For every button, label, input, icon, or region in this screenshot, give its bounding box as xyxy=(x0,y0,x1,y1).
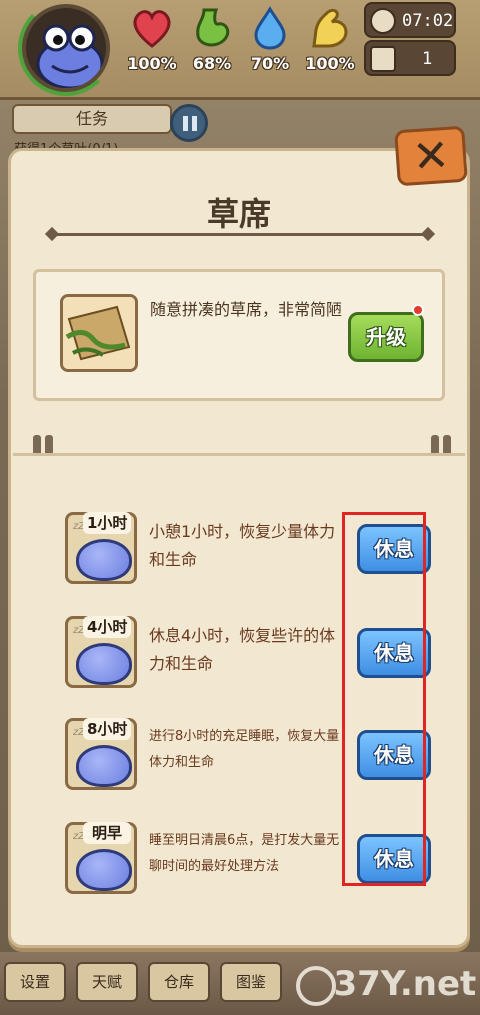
day-display: 1 xyxy=(364,40,456,76)
clock-display: 07:02 xyxy=(364,2,456,38)
clock-time: 07:02 xyxy=(402,11,454,31)
rest-description: 小憩1小时，恢复少量体力和生命 xyxy=(149,522,336,569)
tab-encyclopedia[interactable]: 图鉴 xyxy=(220,962,282,1002)
rest-description: 睡至明日清晨6点，是打发大量无聊时间的最好处理方法 xyxy=(149,833,340,874)
stomach-icon xyxy=(190,6,234,50)
task-tab[interactable]: 任务 xyxy=(12,104,172,134)
rest-description: 进行8小时的充足睡眠，恢复大量体力和生命 xyxy=(149,729,340,770)
clock-icon xyxy=(370,8,396,34)
close-icon: ✕ xyxy=(410,129,452,184)
health-stat: 100% xyxy=(122,6,182,96)
calendar-icon xyxy=(370,46,396,72)
duration-badge: 1小时 xyxy=(83,512,132,534)
heart-icon xyxy=(130,6,174,50)
rest-description: 休息4小时，恢复些许的体力和生命 xyxy=(149,626,336,673)
upgrade-button[interactable]: 升级 xyxy=(348,312,424,362)
water-drop-icon xyxy=(248,6,292,50)
page-title: 草席 xyxy=(206,195,271,233)
tab-storage[interactable]: 仓库 xyxy=(148,962,210,1002)
thirst-stat: 70% xyxy=(240,6,300,96)
duration-badge: 8小时 xyxy=(83,718,132,740)
tab-settings[interactable]: 设置 xyxy=(4,962,66,1002)
notification-dot xyxy=(412,304,424,316)
hunger-value: 68% xyxy=(192,54,232,73)
avatar[interactable] xyxy=(22,4,110,92)
grass-mat-icon xyxy=(60,294,138,372)
task-tab-label: 任务 xyxy=(75,109,108,128)
duration-badge: 明早 xyxy=(83,822,131,844)
status-hud: 100% 68% 70% 100% 07:02 1 xyxy=(0,0,480,100)
pause-button[interactable] xyxy=(170,104,208,142)
muscle-arm-icon xyxy=(308,6,352,50)
health-value: 100% xyxy=(127,54,177,73)
item-card: 随意拼凑的草席，非常简陋 升级 xyxy=(33,269,445,401)
highlight-box xyxy=(342,512,426,886)
strength-value: 100% xyxy=(305,54,355,73)
watermark: 37Y.net xyxy=(333,964,477,1004)
title-divider xyxy=(51,233,429,236)
day-count: 1 xyxy=(422,49,433,69)
tab-talent[interactable]: 天赋 xyxy=(76,962,138,1002)
strength-stat: 100% xyxy=(300,6,360,96)
item-description: 随意拼凑的草席，非常简陋 xyxy=(150,300,343,319)
hunger-stat: 68% xyxy=(182,6,242,96)
close-button[interactable]: ✕ xyxy=(394,125,468,187)
thirst-value: 70% xyxy=(250,54,290,73)
duration-badge: 4小时 xyxy=(83,616,132,638)
